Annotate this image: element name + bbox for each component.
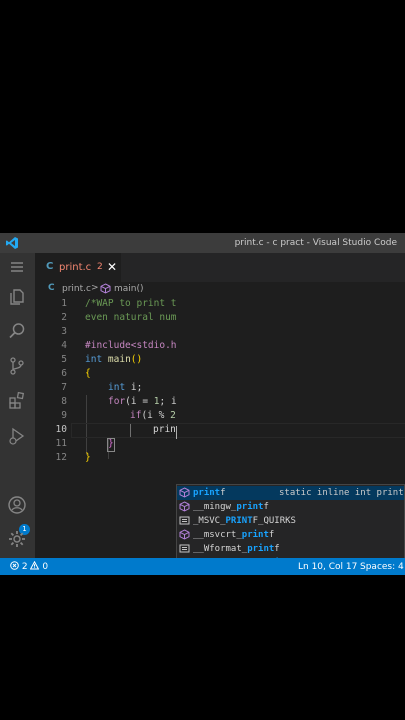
code-text: /*WAP to print t xyxy=(85,298,177,309)
code-line-7: 7 int i; xyxy=(35,381,405,395)
warning-icon xyxy=(30,560,40,570)
tab-label: print.c xyxy=(59,262,92,273)
vscode-window: print.c - c pract - Visual Studio Code 1 xyxy=(0,233,405,575)
line-number: 10 xyxy=(55,424,67,435)
function-cube-icon xyxy=(100,283,111,294)
line-number: 4 xyxy=(61,340,67,351)
line-number: 9 xyxy=(61,410,67,421)
source-control-icon[interactable] xyxy=(6,355,28,377)
code-line-11: 11 } xyxy=(35,437,405,451)
code-text: even natural num xyxy=(85,312,177,323)
suggestion-label: __Wformat_printf xyxy=(193,544,280,554)
code-text: prin xyxy=(153,424,176,435)
code-line-10: 10 prin xyxy=(35,423,405,438)
warning-count: 0 xyxy=(42,562,49,572)
line-number: 6 xyxy=(61,368,67,379)
files-icon[interactable] xyxy=(6,286,28,308)
bracket-match-highlight xyxy=(107,438,115,452)
function-cube-icon xyxy=(179,487,190,498)
extensions-icon[interactable] xyxy=(6,390,28,412)
breadcrumb-symbol[interactable]: main() xyxy=(114,284,144,294)
current-line-highlight xyxy=(71,423,405,438)
line-number: 3 xyxy=(61,326,67,337)
code-text: int i; xyxy=(108,382,143,393)
line-number: 2 xyxy=(61,312,67,323)
code-text: #include<stdio.h xyxy=(85,340,177,351)
code-line-12: 12 } xyxy=(35,451,405,465)
code-line-8: 8 for(i = 1; i xyxy=(35,395,405,409)
code-text: } xyxy=(85,452,91,463)
run-debug-icon[interactable] xyxy=(6,425,28,447)
code-text: int main() xyxy=(85,354,143,365)
text-cursor xyxy=(176,426,177,439)
account-icon[interactable] xyxy=(6,494,28,516)
code-text: for(i = 1; i xyxy=(108,396,177,407)
menu-icon[interactable] xyxy=(6,256,28,278)
line-number: 11 xyxy=(55,438,67,449)
c-file-icon: C xyxy=(48,283,55,293)
function-cube-icon xyxy=(179,529,190,540)
cursor-position[interactable]: Ln 10, Col 17 xyxy=(298,562,357,572)
indentation-setting[interactable]: Spaces: 4 xyxy=(360,562,404,572)
suggestion-label: __msvcrt_printf xyxy=(193,530,275,540)
function-cube-icon xyxy=(179,501,190,512)
line-number: 12 xyxy=(55,452,67,463)
suggestion-item[interactable]: _MSVC_PRINTF_QUIRKS xyxy=(177,514,404,528)
close-icon[interactable]: ✕ xyxy=(107,260,117,274)
code-text: if(i % 2 xyxy=(130,410,176,421)
suggestion-item[interactable]: __Wformat_printf xyxy=(177,542,404,556)
code-line-2: 2 even natural num xyxy=(35,311,405,325)
status-bar: 2 0 Ln 10, Col 17 Spaces: 4 xyxy=(0,558,405,575)
chevron-right-icon: > xyxy=(91,283,99,293)
tab-print-c[interactable]: C print.c 2 ✕ xyxy=(35,253,121,282)
line-number: 1 xyxy=(61,298,67,309)
code-line-6: 6 { xyxy=(35,367,405,381)
code-line-3: 3 xyxy=(35,325,405,339)
suggestion-detail: static inline int printf(c xyxy=(279,488,404,498)
line-number: 5 xyxy=(61,354,67,365)
suggestion-label: _MSVC_PRINTF_QUIRKS xyxy=(193,516,296,526)
breadcrumb: C print.c > main() xyxy=(35,282,405,297)
error-count: 2 xyxy=(21,562,28,572)
keyword-icon xyxy=(179,516,190,525)
activity-bar: 1 xyxy=(0,253,35,558)
c-file-icon: C xyxy=(46,261,54,272)
suggestion-label: printf xyxy=(193,488,226,498)
keyword-icon xyxy=(179,544,190,553)
code-line-9: 9 if(i % 2 xyxy=(35,409,405,423)
code-line-4: 4 #include<stdio.h xyxy=(35,339,405,353)
code-line-1: 1 /*WAP to print t xyxy=(35,297,405,311)
search-icon[interactable] xyxy=(6,320,28,342)
suggestion-label: __mingw_printf xyxy=(193,502,269,512)
suggestion-item[interactable]: printf static inline int printf(c xyxy=(177,486,404,500)
line-number: 7 xyxy=(61,382,67,393)
code-line-5: 5 int main() xyxy=(35,353,405,367)
error-icon xyxy=(10,561,19,570)
window-title: print.c - c pract - Visual Studio Code xyxy=(234,238,397,248)
suggestion-item[interactable]: __mingw_printf xyxy=(177,500,404,514)
settings-gear-icon[interactable] xyxy=(6,528,28,550)
code-text: { xyxy=(85,368,91,379)
title-bar: print.c - c pract - Visual Studio Code xyxy=(0,233,405,253)
suggestion-item[interactable]: __msvcrt_printf xyxy=(177,528,404,542)
tab-bar: C print.c 2 ✕ xyxy=(35,253,405,282)
breadcrumb-file[interactable]: print.c xyxy=(62,284,91,294)
line-number: 8 xyxy=(61,396,67,407)
tab-problem-count: 2 xyxy=(97,262,103,272)
problems-indicator[interactable]: 2 0 xyxy=(10,560,49,572)
vscode-logo-icon xyxy=(6,237,18,249)
